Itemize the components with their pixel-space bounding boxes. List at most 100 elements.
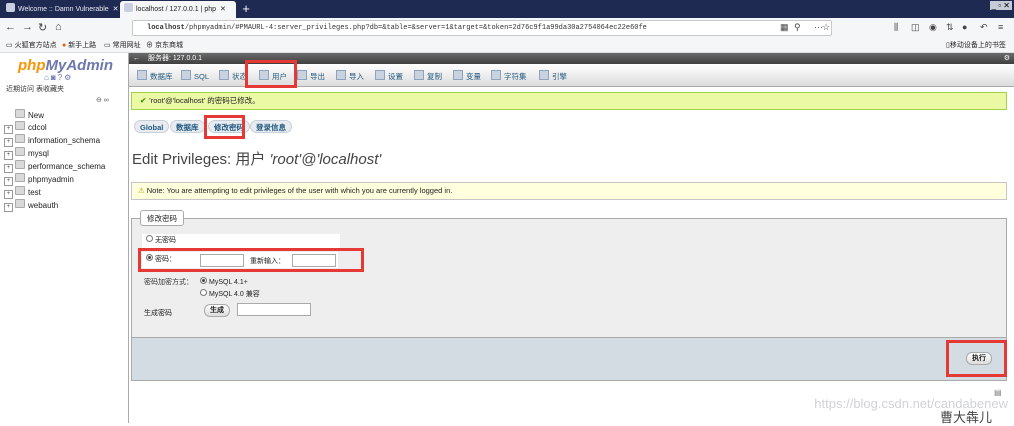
bookmarks-bar: ▭ 火狐官方站点 ● 新手上路 ▭ 常用网址 ⊕ 京东商城 ▯移动设备上的书签 [0,39,1014,53]
menu-status[interactable]: 状态 [219,70,247,82]
settings-icon[interactable]: ⚙ [1004,53,1010,64]
no-password-option[interactable]: 无密码 [142,234,340,248]
import-icon [336,70,346,80]
browser-tab-dvwa[interactable]: Welcome :: Damn Vulnerable ✕ [2,1,118,18]
favorites-tab[interactable]: 表收藏夹 [36,86,64,93]
wrench-icon [375,70,385,80]
tab-global[interactable]: Global [134,120,170,133]
sql-icon [181,70,191,80]
hash-41-radio[interactable] [200,277,207,284]
star-icon[interactable]: ☆ [822,22,830,33]
expand-icon[interactable]: + [4,177,13,186]
firefox-icon: ● [62,42,67,49]
favicon-icon [6,3,15,12]
new-tab-button[interactable]: + [238,0,254,18]
database-icon [15,147,25,156]
menu-export[interactable]: 导出 [297,70,325,82]
replication-icon [414,70,424,80]
exit-icon: ◙ [50,73,58,82]
menu-charsets[interactable]: 字符集 [491,70,527,82]
folder-icon: ▭ [6,42,13,49]
highlight-password-row [138,248,364,272]
screenshot-icon[interactable]: ◉ [929,22,937,33]
folder-icon: ▭ [104,42,111,49]
browser-tab-bar: Welcome :: Damn Vulnerable ✕ localhost / … [0,0,1014,18]
window-controls[interactable]: _ ▫ ✕ [989,1,1012,10]
close-tab-icon[interactable]: ✕ [220,6,226,13]
generated-password-input[interactable] [237,303,311,316]
logo-icons[interactable]: ⌂◙?⚙ [44,73,73,82]
qr-icon[interactable]: ▦ [780,22,789,33]
home-icon[interactable]: ⌂ [55,21,62,33]
database-icon [15,160,25,169]
bookmark-item[interactable]: ▭ 火狐官方站点 [6,39,57,52]
back-arrow-icon[interactable]: ← [5,21,16,33]
server-link[interactable]: 服务器: 127.0.0.1 [148,55,202,62]
expand-icon[interactable]: + [4,203,13,212]
chat-icon[interactable]: ● [962,22,967,32]
hash-option-40[interactable]: MySQL 4.0 兼容 [200,289,260,299]
page-title: Edit Privileges: 用户 'root'@'localhost' [132,151,382,168]
tree-item-db[interactable]: + information_schema [4,134,105,147]
browser-tab-phpmyadmin[interactable]: localhost / 127.0.0.1 | php ✕ [120,1,236,18]
forward-arrow-icon[interactable]: → [22,21,33,33]
menu-variables[interactable]: 变量 [453,70,481,82]
generate-button[interactable]: 生成 [204,304,230,317]
charset-icon [491,70,501,80]
check-icon: ✔ [140,96,147,105]
tree-item-db[interactable]: + mysql [4,147,105,160]
menu-settings[interactable]: 设置 [375,70,403,82]
expand-icon[interactable]: + [4,164,13,173]
menu-import[interactable]: 导入 [336,70,364,82]
bookmark-item[interactable]: ● 新手上路 [62,39,96,52]
menu-icon[interactable]: ≡ [998,22,1003,32]
variables-icon [453,70,463,80]
fieldset-legend: 修改密码 [140,210,184,226]
reload-icon[interactable]: ↻ [38,21,47,34]
database-tree: New + cdcol + information_schema + mysql + p… [4,109,105,212]
tree-item-db[interactable]: + phpmyadmin [4,173,105,186]
expand-icon[interactable]: + [4,151,13,160]
menu-sql[interactable]: SQL [181,70,209,81]
expand-icon[interactable]: + [4,138,13,147]
collapse-arrow-icon[interactable]: ← [133,55,140,62]
sync-icon[interactable]: ⇅ [946,22,954,33]
library-icon[interactable]: ⫼ [894,22,898,33]
hash-option-41[interactable]: MySQL 4.1+ [200,277,248,286]
tree-item-db[interactable]: + cdcol [4,121,105,134]
database-icon [137,70,147,80]
tree-item-db[interactable]: + webauth [4,199,105,212]
bookmark-item[interactable]: ▭ 常用网址 [104,39,141,52]
mobile-bookmarks[interactable]: ▯移动设备上的书签 [946,39,1006,52]
hash-40-radio[interactable] [200,289,207,296]
undo-icon[interactable]: ↶ [980,22,988,33]
bookmark-item[interactable]: ⊕ 京东商城 [146,39,183,52]
phpmyadmin-logo[interactable]: phpMyAdmin [18,57,113,74]
key-icon[interactable]: ⚲ [794,22,801,33]
menu-replication[interactable]: 复制 [414,70,442,82]
new-db-icon [15,109,25,118]
tree-item-db[interactable]: + performance_schema [4,160,105,173]
database-icon [15,199,25,208]
hashing-label: 密码加密方式： [144,279,193,286]
database-icon [15,121,25,130]
highlight-users-menu [245,60,297,88]
sidebar-icon[interactable]: ◫ [911,22,920,33]
tab-login-info[interactable]: 登录信息 [250,120,292,133]
settings-icon: ⚙ [64,73,74,82]
status-icon [219,70,229,80]
tab-database[interactable]: 数据库 [170,120,205,133]
collapse-link-icons[interactable]: ⊖ ∞ [96,96,109,104]
recent-tab[interactable]: 近期访问 [6,86,34,93]
database-icon [15,134,25,143]
tree-item-new[interactable]: New [4,109,105,121]
menu-databases[interactable]: 数据库 [137,70,173,82]
menu-engines[interactable]: 引擎 [539,70,567,82]
highlight-execute-button [946,340,1007,377]
expand-icon[interactable]: + [4,190,13,199]
tree-item-db[interactable]: + test [4,186,105,199]
no-password-radio[interactable] [146,235,153,242]
close-tab-icon[interactable]: ✕ [113,6,118,13]
url-bar[interactable]: localhost/phpmyadmin/#PMAURL-4:server_pr… [132,20,832,36]
expand-icon[interactable]: + [4,125,13,134]
